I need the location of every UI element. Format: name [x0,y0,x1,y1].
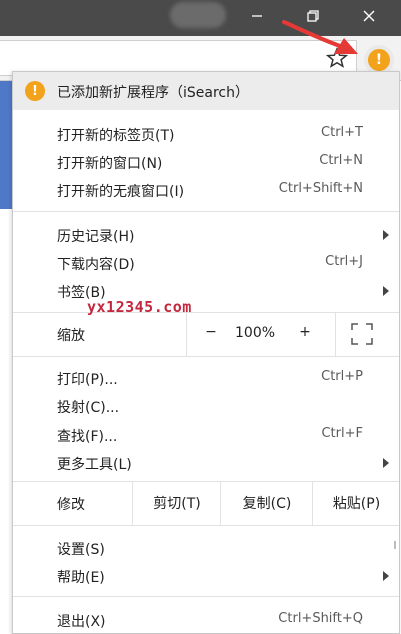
menu-item-shortcut: Ctrl+Shift+Q [278,611,363,626]
extension-added-notice[interactable]: ! 已添加新扩展程序（iSearch） [13,72,399,110]
menu-item-label: 下载内容(D) [57,257,135,273]
menu-divider [13,525,399,526]
warning-icon: ! [375,52,383,68]
minimize-icon [252,15,262,17]
menu-item-label: 退出(X) [57,614,106,630]
menu-item-shortcut: Ctrl+T [321,125,363,140]
menu-item-label: 查找(F)... [57,429,118,445]
cut-label: 剪切(T) [153,496,201,512]
zoom-in-button[interactable]: + [293,324,317,340]
profile-avatar[interactable] [170,2,226,28]
menu-item-downloads[interactable]: 下载内容(D) Ctrl+J [13,249,399,277]
menu-item-shortcut: Ctrl+Shift+N [278,181,363,196]
copy-label: 复制(C) [242,496,292,512]
menu-item-more-tools[interactable]: 更多工具(L) [13,449,399,477]
menu-item-label: 帮助(E) [57,570,105,586]
edit-row: 修改 剪切(T) 复制(C) 粘贴(P) [13,481,399,525]
menu-item-shortcut: Ctrl+F [321,426,363,441]
edit-label: 修改 [57,497,85,513]
menu-item-help[interactable]: 帮助(E) [13,562,399,590]
menu-item-label: 设置(S) [57,542,105,558]
menu-item-label: 历史记录(H) [57,229,135,245]
menu-item-new-incognito[interactable]: 打开新的无痕窗口(I) Ctrl+Shift+N [13,176,399,204]
chrome-main-menu: ! 已添加新扩展程序（iSearch） 打开新的标签页(T) Ctrl+T 打开… [12,71,400,634]
zoom-label: 缩放 [57,328,85,344]
menu-item-history[interactable]: 历史记录(H) [13,221,399,249]
menu-divider [186,312,187,356]
menu-item-label: 打开新的标签页(T) [57,128,175,144]
menu-divider [335,312,336,356]
menu-item-label: 打印(P)... [57,372,118,388]
menu-item-shortcut: Ctrl+N [319,153,363,168]
red-arrow-annotation [282,20,358,54]
menu-item-bookmarks[interactable]: 书签(B) [13,277,399,305]
menu-divider [13,356,399,357]
menu-divider [13,596,399,597]
cut-button[interactable]: 剪切(T) [132,481,221,525]
menu-item-new-window[interactable]: 打开新的窗口(N) Ctrl+N [13,148,399,176]
submenu-arrow-icon [383,286,389,296]
menu-item-exit[interactable]: 退出(X) Ctrl+Shift+Q [13,606,399,634]
menu-item-label: 打开新的窗口(N) [57,156,163,172]
menu-item-new-tab[interactable]: 打开新的标签页(T) Ctrl+T [13,120,399,148]
menu-item-cast[interactable]: 投射(C)... [13,392,399,420]
paste-label: 粘贴(P) [332,496,381,512]
submenu-arrow-icon [383,230,389,240]
notice-text: 已添加新扩展程序（iSearch） [57,85,249,101]
submenu-arrow-icon [383,571,389,581]
menu-item-find[interactable]: 查找(F)... Ctrl+F [13,421,399,449]
paste-button[interactable]: 粘贴(P) [312,481,400,525]
menu-divider [13,211,399,212]
menu-item-print[interactable]: 打印(P)... Ctrl+P [13,364,399,392]
menu-item-settings[interactable]: 设置(S) [13,534,399,562]
zoom-row: 缩放 − 100% + [13,312,399,356]
zoom-out-button[interactable]: − [199,324,223,340]
menu-item-label: 更多工具(L) [57,457,132,473]
minimize-button[interactable] [234,0,280,32]
submenu-arrow-icon [383,458,389,468]
watermark: yx12345.com [87,298,192,316]
menu-item-shortcut: Ctrl+J [325,254,363,269]
menu-item-shortcut: Ctrl+P [321,369,363,384]
fullscreen-icon[interactable] [350,322,374,346]
close-icon [363,10,375,22]
menu-item-label: 投射(C)... [57,400,120,416]
copy-button[interactable]: 复制(C) [220,481,313,525]
zoom-level: 100% [235,325,276,341]
warning-icon: ! [25,81,45,101]
page-banner [0,81,12,209]
menu-item-label: 打开新的无痕窗口(I) [57,184,185,200]
